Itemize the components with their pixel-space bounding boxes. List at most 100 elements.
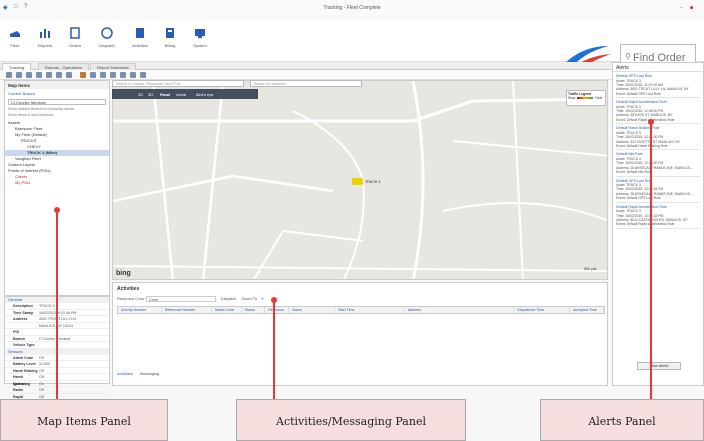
toolbar-draw-icon[interactable] [120, 72, 126, 78]
toolbar-layers-icon[interactable] [66, 72, 72, 78]
general-property-row-key: Vehicle Type [13, 343, 35, 347]
traffic-legend-fast: Fast [595, 96, 602, 100]
alert-address-label: Address: [616, 139, 631, 144]
activities-column-header[interactable]: Resource [265, 307, 290, 313]
alerts-list: Default GPS Lost Rule Asset: TRUCK 3 Time:… [613, 74, 703, 229]
activities-grid-header: Activity Number Reference Number Status Co… [117, 306, 605, 314]
close-icon[interactable]: ■ [690, 5, 693, 11]
alert-asset-value: TRUCK 3 [626, 130, 641, 135]
toolbar-print-icon[interactable] [100, 72, 106, 78]
location-search-input[interactable]: Search for locations [250, 80, 362, 87]
alert-item[interactable]: Default GPS Lost Rule Asset: TRUCK 3 Time:… [616, 74, 700, 99]
toolbar-poi-icon[interactable] [80, 72, 86, 78]
tab-report-schedules[interactable]: Report Schedules [90, 63, 136, 70]
traffic-legend-slow: Slow [568, 96, 576, 100]
ribbon-fleet-button[interactable]: Fleet [3, 26, 27, 48]
activities-column-header[interactable]: Name [289, 307, 336, 313]
sensor-property-row-value: Off [39, 375, 44, 379]
alert-asset-value: TRUCK 3 [626, 209, 641, 214]
toolbar-grid-icon[interactable] [36, 72, 42, 78]
toolbar-list-icon[interactable] [46, 72, 52, 78]
zoom-to-button[interactable]: Zoom To [242, 296, 258, 301]
sensor-property-row-value: 12.600 [39, 362, 50, 366]
activities-title: Activities [117, 286, 140, 292]
map-birdseye-button[interactable]: Bird's eye [196, 92, 213, 97]
toolbar-pencil-icon[interactable] [130, 72, 136, 78]
tab-activities[interactable]: Activities [117, 371, 133, 376]
sensor-property-row-key: Radio [13, 388, 23, 392]
ribbon-activities-button[interactable]: Activities [128, 26, 152, 48]
activities-column-header[interactable]: Reference Number [162, 307, 212, 313]
sensor-property-row-key: Harsh Cornering [13, 375, 31, 386]
map-3d-button[interactable]: 3D [148, 92, 153, 97]
activities-column-header[interactable]: Status [242, 307, 266, 313]
alert-event-row: Event: Default Rapid Acceleration Rule [616, 222, 700, 226]
activities-tabs: Activities Messaging [117, 371, 165, 376]
map-aerial-button[interactable]: Aerial [176, 92, 186, 97]
alert-time-label: Time: [616, 109, 626, 114]
callout-map-items: Map Items Panel [0, 399, 168, 441]
system-icon [195, 29, 205, 38]
general-property-row-value [39, 342, 109, 348]
alert-time-label: Time: [616, 82, 626, 87]
alert-item[interactable]: Default GPS Lost Rule Asset: TRUCK 3 Time:… [616, 179, 700, 203]
minimize-icon[interactable]: – [680, 5, 683, 11]
resource-crew-select[interactable]: Crew [145, 296, 216, 302]
tab-reports-operations[interactable]: Reports - Operations [38, 63, 90, 70]
alert-item[interactable]: Default Harsh Braking Rule Asset: TRUCK 3… [616, 126, 700, 151]
alerts-title: Alerts [613, 63, 703, 72]
alert-asset-label: Asset: [616, 183, 627, 187]
ribbon-orders-button[interactable]: Orders [63, 26, 87, 48]
toolbar-filter-icon[interactable] [56, 72, 62, 78]
activities-column-header[interactable]: Start Time [335, 307, 405, 313]
branch-select[interactable]: CI Courier Services [8, 99, 106, 105]
callout-activities: Activities/Messaging Panel [236, 399, 466, 441]
alert-item[interactable]: Default Rapid Acceleration Rule Asset: TR… [616, 205, 700, 229]
truck-marker-icon[interactable] [352, 178, 363, 185]
dispatch-icon [101, 27, 113, 39]
toolbar-route-icon[interactable] [26, 72, 32, 78]
general-property-row-value [39, 329, 109, 335]
alert-event-row: Event: Default GPS Lost Rule [616, 196, 700, 200]
alert-asset-label: Asset: [616, 156, 627, 161]
map-2d-button[interactable]: 2D [138, 92, 143, 97]
alert-item[interactable]: Default Idle Rule Asset: TRUCK 3 Time: 15/… [616, 152, 700, 177]
alert-time-value: 15/02/2015, 12:54:32 PM [625, 213, 664, 218]
activities-column-header[interactable]: Accepted Time [570, 307, 604, 313]
add-activity-icon[interactable]: + [261, 296, 263, 301]
general-property-row-value: CI Courier Services [39, 336, 71, 341]
alerts-pointer-line [650, 122, 652, 399]
toolbar-locate-icon[interactable] [16, 72, 22, 78]
tab-messaging[interactable]: Messaging [140, 371, 159, 376]
activities-column-header[interactable]: Dispatched Time [514, 307, 571, 313]
orders-icon [70, 27, 80, 39]
alert-address-value: 28 ARKEDALE RANDE AVE, MANLIUS... [630, 191, 693, 196]
map-scale: 500 yds [584, 267, 597, 271]
activities-pointer-line [273, 300, 275, 399]
activities-column-header[interactable]: Address [405, 307, 515, 313]
ribbon-reports-button[interactable]: Reports [33, 26, 57, 48]
tree-item-my-pois[interactable]: My POIs [5, 180, 109, 186]
toolbar-export-icon[interactable] [110, 72, 116, 78]
view-alerts-button[interactable]: View Alerts [637, 362, 681, 370]
alert-address-value: 28 ARKEDALE RANDE AVE, MANLIUS... [630, 165, 693, 170]
alert-asset-value: TRUCK 3 [626, 104, 641, 109]
toolbar-refresh-icon[interactable] [6, 72, 12, 78]
activities-column-header[interactable]: Activity Number [118, 307, 162, 313]
dispatch-button[interactable]: Dispatch [221, 296, 237, 301]
activities-column-header[interactable]: Status Code [212, 307, 242, 313]
asset-search-input[interactable]: Search for Assets, Resources, and POIs [112, 80, 244, 87]
tab-tracking[interactable]: Tracking [2, 63, 32, 70]
toolbar-settings-icon[interactable] [140, 72, 146, 78]
map-nav-bar: 2D 3D Road Aerial Bird's eye [112, 89, 258, 99]
ribbon-billing-button[interactable]: Billing [158, 26, 182, 48]
alert-item[interactable]: Default Rapid Acceleration Rule Asset: TR… [616, 100, 700, 125]
map-road-button[interactable]: Road [160, 92, 170, 97]
show-sub-branches-checkbox[interactable]: Show items in sub-branches [5, 112, 109, 118]
ribbon-dispatch-button[interactable]: Dispatch [95, 26, 119, 48]
toolbar-measure-icon[interactable] [90, 72, 96, 78]
current-branch-link[interactable]: Current Branch [5, 89, 109, 98]
ribbon-system-button[interactable]: System [188, 26, 212, 48]
billing-icon [166, 28, 174, 38]
resource-crew-label: Resource Crew [117, 296, 145, 302]
